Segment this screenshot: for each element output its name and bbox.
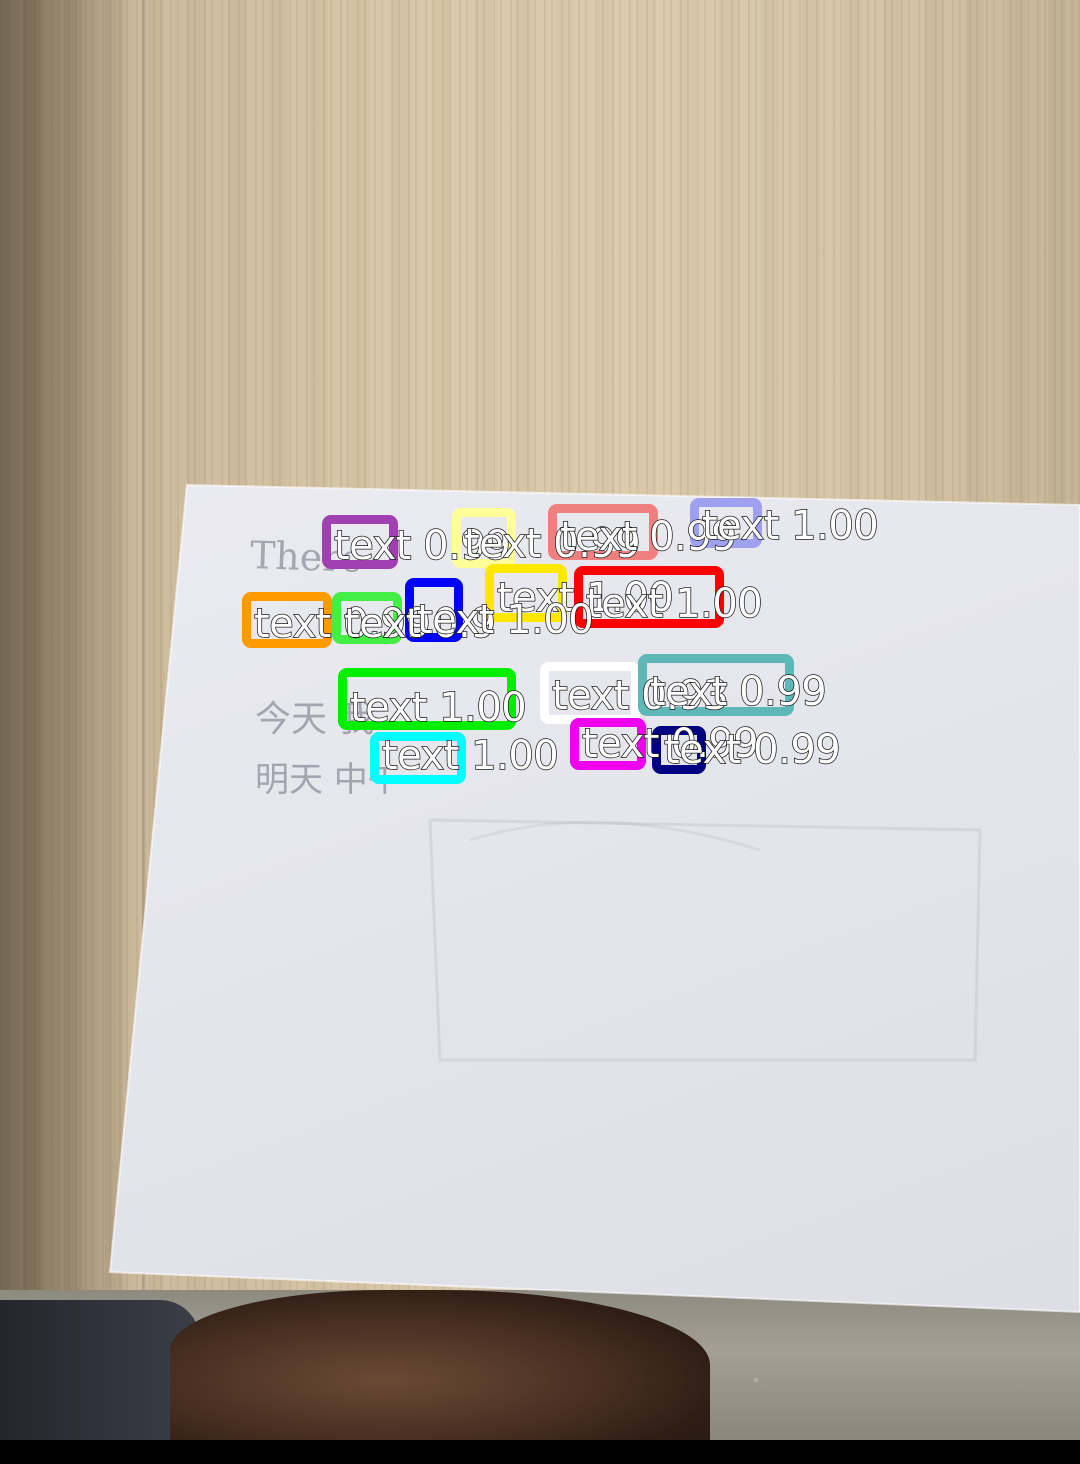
letterbox-bar xyxy=(0,1440,1080,1464)
detection-label: text 1.00 xyxy=(585,581,763,627)
detection-label: text 1.00 xyxy=(381,733,559,779)
foot xyxy=(170,1290,710,1440)
detection-label: text 1.00 xyxy=(701,503,879,549)
detection-label: text 0.99 xyxy=(649,669,827,715)
detection-label: text 0.99 xyxy=(663,727,841,773)
detection-label: text 1.00 xyxy=(349,685,527,731)
detection-label: text 1.00 xyxy=(416,597,594,643)
